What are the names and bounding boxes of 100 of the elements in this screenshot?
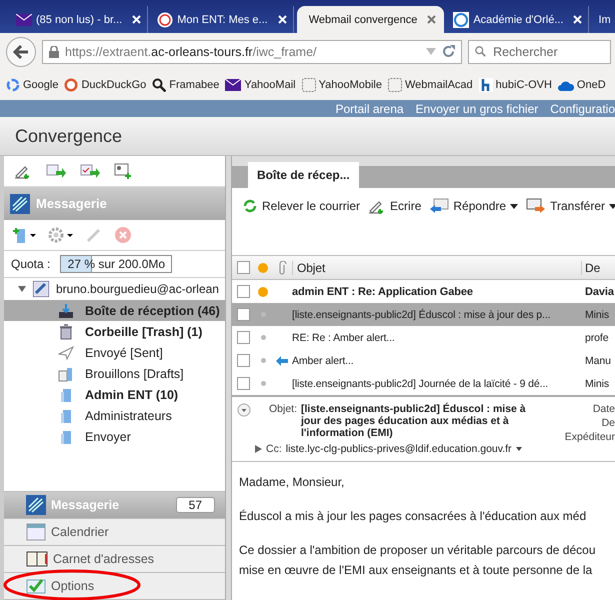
field-label: Cc: bbox=[266, 443, 282, 455]
envelope-icon bbox=[225, 79, 242, 91]
row-checkbox[interactable] bbox=[236, 354, 250, 367]
folder-item[interactable]: Admin ENT (10) bbox=[4, 384, 225, 405]
forward-envelope-icon bbox=[526, 198, 546, 214]
draft-folder-icon bbox=[58, 366, 74, 382]
tab-title: (85 non lus) - br... bbox=[36, 14, 122, 26]
bookmark-link[interactable]: hubiC-OVH bbox=[478, 78, 552, 92]
toolbar-button[interactable]: Répondre bbox=[429, 198, 518, 214]
row-checkbox[interactable] bbox=[236, 285, 250, 298]
bookmark-link[interactable]: YahooMail bbox=[225, 79, 296, 91]
mail-module-icon bbox=[10, 194, 30, 214]
folder-item[interactable]: Administrateurs bbox=[4, 405, 225, 426]
bookmark-link[interactable]: DuckDuckGo bbox=[64, 78, 146, 92]
subject-cell-text: admin ENT : Re: Application Gabee bbox=[292, 286, 474, 298]
gear-icon[interactable] bbox=[48, 226, 74, 244]
bookmark-link[interactable]: OneD bbox=[558, 79, 606, 91]
tab-title: Mon ENT: Mes e... bbox=[177, 14, 268, 26]
search-icon bbox=[475, 45, 486, 58]
calendar-icon bbox=[26, 523, 46, 541]
toolbar-button[interactable]: Ecrire bbox=[368, 198, 422, 214]
message-row[interactable]: [liste.enseignants-public2d] Éduscol : mise à jour des p... Minis bbox=[232, 303, 615, 326]
browser-tab[interactable]: Webmail convergence bbox=[296, 6, 444, 33]
folder-icon bbox=[58, 386, 74, 402]
browser-tab[interactable]: Im bbox=[592, 6, 611, 33]
field-label: Objet: bbox=[269, 403, 298, 417]
field-label: Date bbox=[592, 403, 615, 415]
expand-arrow-icon[interactable] bbox=[255, 445, 262, 453]
sender-cell-text: profe bbox=[584, 332, 610, 344]
row-checkbox[interactable] bbox=[236, 377, 250, 390]
body-text-line: Ce dossier a l'ambition de proposer un véritable parcours de décou bbox=[239, 542, 596, 559]
sender-cell-text: Davia bbox=[584, 286, 615, 298]
reply-envelope-icon bbox=[429, 198, 450, 214]
body-text-line: Madame, Monsieur, bbox=[239, 474, 346, 491]
module-tab[interactable]: Carnet d'adresses bbox=[4, 546, 225, 573]
envelope-icon bbox=[16, 14, 32, 26]
unread-count: 57 bbox=[176, 497, 215, 513]
folder-item[interactable]: Envoyé [Sent] bbox=[4, 342, 225, 363]
field-label: De bbox=[602, 417, 615, 429]
paper-plane-icon bbox=[58, 344, 74, 360]
ent-logo-icon bbox=[157, 12, 174, 28]
toolbar-button[interactable]: Transférer bbox=[526, 198, 615, 214]
folder-item[interactable]: Brouillons [Drafts] bbox=[4, 363, 225, 384]
address-book-icon bbox=[26, 551, 48, 567]
caret-icon bbox=[609, 204, 615, 208]
body-text-line: mise en œuvre de l'EMI aux enseignants et à toute personne de la bbox=[239, 562, 594, 579]
cloud-icon bbox=[558, 80, 574, 90]
quota-label: Quota : bbox=[11, 257, 50, 271]
back-button[interactable] bbox=[6, 36, 36, 66]
address-bar[interactable]: https://extraent.ac-orleans-tours.fr/iwc_frame/ bbox=[42, 40, 462, 64]
message-row[interactable]: admin ENT : Re: Application Gabee Davia bbox=[232, 280, 615, 303]
expanded-arrow-icon[interactable] bbox=[18, 285, 26, 293]
app-title: Convergence bbox=[15, 126, 122, 146]
collapse-button-icon[interactable] bbox=[237, 403, 251, 417]
sender-cell-text: Manu bbox=[584, 354, 612, 366]
body-text-line: Éduscol a mis à jour les pages consacrées à l'éducation aux méd bbox=[239, 508, 588, 525]
caret-icon bbox=[510, 204, 518, 208]
subject-cell-text: [liste.enseignants-public2d] Éduscol : mise à jour des p... bbox=[292, 308, 552, 320]
module-tab[interactable]: Messagerie 57 bbox=[4, 492, 225, 519]
search-bar[interactable]: Rechercher bbox=[468, 40, 611, 64]
module-tab[interactable]: Calendrier bbox=[4, 519, 225, 546]
lock-icon bbox=[49, 46, 59, 58]
folder-item[interactable]: Boîte de réception (46) bbox=[4, 300, 225, 321]
contact-card-icon[interactable] bbox=[114, 163, 132, 179]
trash-icon bbox=[58, 324, 74, 340]
column-header[interactable]: De bbox=[581, 260, 615, 274]
message-row[interactable]: [liste.enseignants-public2d] Journée de la laïcité - 9 dé... Minis bbox=[232, 372, 615, 395]
folder-item[interactable]: Envoyer bbox=[4, 426, 225, 447]
bookmark-link[interactable]: WebmailAcad bbox=[388, 78, 473, 92]
blank-page-icon bbox=[388, 78, 402, 92]
task-arrow-icon[interactable] bbox=[80, 164, 100, 178]
account-icon bbox=[33, 281, 49, 297]
bookmark-link[interactable]: YahooMobile bbox=[302, 78, 382, 92]
row-checkbox[interactable] bbox=[236, 308, 250, 321]
message-row[interactable]: Amber alert... Manu bbox=[232, 349, 615, 372]
account-name[interactable]: bruno.bourguedieu@ac-orlean bbox=[56, 282, 219, 296]
toolbar-button[interactable]: Relever le courrier bbox=[242, 198, 360, 214]
new-folder-icon[interactable] bbox=[12, 226, 36, 244]
sender-cell-text: Minis bbox=[584, 378, 610, 390]
tab-title: Webmail convergence bbox=[308, 14, 418, 26]
duck-logo-icon bbox=[64, 78, 78, 92]
bookmark-link[interactable]: Google bbox=[6, 78, 58, 92]
row-checkbox[interactable] bbox=[236, 331, 250, 344]
folder-item[interactable]: Corbeille [Trash] (1) bbox=[4, 321, 225, 342]
magnifier-icon bbox=[152, 78, 166, 92]
quota-text: 27 % sur 200.0Mo bbox=[66, 257, 166, 271]
tab-title: Im bbox=[598, 14, 611, 26]
folder-icon bbox=[58, 428, 74, 444]
message-row[interactable]: RE: Re : Amber alert... profe bbox=[232, 326, 615, 349]
caret-icon[interactable] bbox=[516, 447, 522, 451]
folder-tab[interactable]: Boîte de récep... bbox=[248, 162, 359, 188]
bookmark-link[interactable]: Framabee bbox=[152, 78, 220, 92]
tab-title: Académie d'Orlé... bbox=[473, 14, 564, 26]
column-header[interactable]: Objet bbox=[292, 260, 581, 274]
cc-address[interactable]: liste.lyc-clg-publics-prives@ldif.education.gouv.fr bbox=[286, 443, 512, 455]
back-arrow-icon bbox=[13, 44, 29, 58]
reload-icon[interactable] bbox=[442, 45, 455, 58]
paperclip-icon bbox=[277, 260, 287, 274]
calendar-arrow-icon[interactable] bbox=[46, 164, 66, 178]
select-all-checkbox[interactable] bbox=[236, 261, 250, 274]
